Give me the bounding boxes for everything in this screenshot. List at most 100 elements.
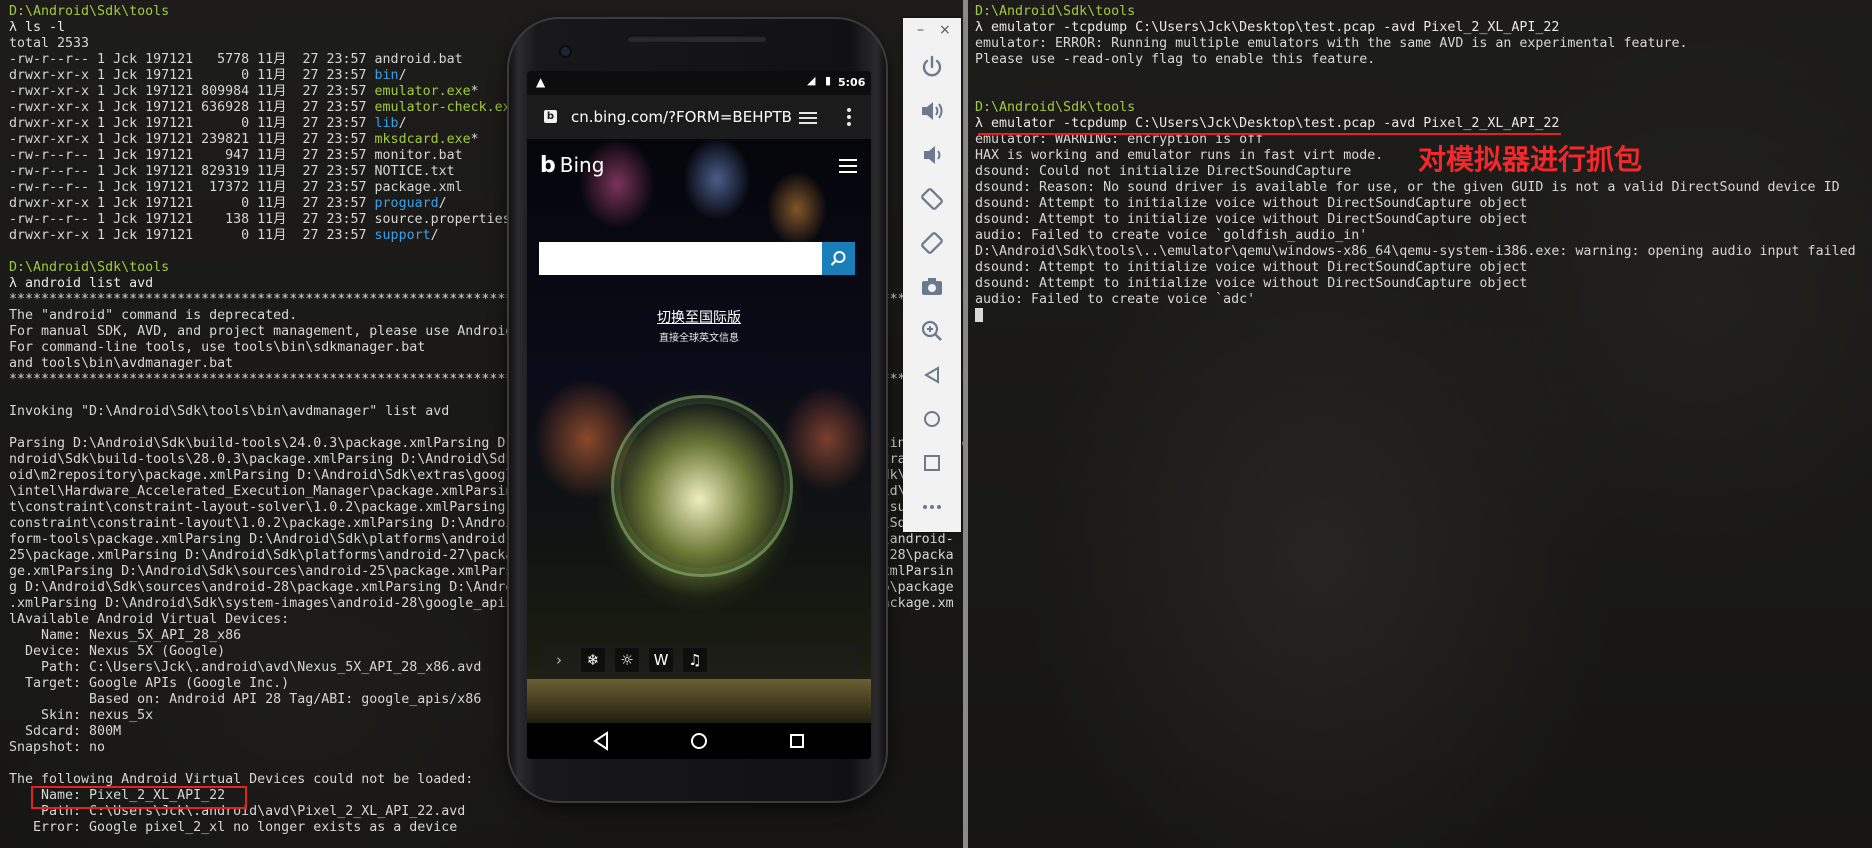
close-button[interactable]: × (939, 22, 951, 38)
volume-down-icon[interactable] (917, 140, 947, 170)
minimize-button[interactable]: – (917, 22, 924, 38)
snowflake-icon[interactable]: ❄ (581, 648, 605, 672)
terminal-line: audio: Failed to create voice `adc' (975, 292, 1872, 308)
terminal-text-segment: Target: Google APIs (Google Inc.) (9, 676, 290, 691)
terminal-text-segment: -rwxr-xr-x 1 Jck 197121 239821 11月 27 23… (9, 132, 375, 147)
terminal-text-segment: drwxr-xr-x 1 Jck 197121 0 11月 27 23:57 (9, 196, 375, 211)
terminal-line: emulator: ERROR: Running multiple emulat… (975, 36, 1872, 52)
search-button[interactable] (822, 242, 855, 275)
terminal-text-segment: Error: Google pixel_2_xl no longer exist… (9, 820, 458, 835)
terminal-text-segment: drwxr-xr-x 1 Jck 197121 0 11月 27 23:57 (9, 68, 375, 83)
camera-icon[interactable] (917, 272, 947, 302)
favicon-icon: b (544, 110, 557, 123)
terminal-text-segment: dsound: Could not initialize DirectSound… (975, 164, 1352, 179)
fireworks-wheel-image (611, 395, 793, 577)
back-icon[interactable] (917, 360, 947, 390)
terminal-text-segment: D:\Android\Sdk\tools (9, 4, 170, 19)
more-icon[interactable] (917, 492, 947, 522)
home-icon[interactable] (689, 731, 709, 751)
hamburger-menu-icon[interactable] (839, 159, 857, 177)
warning-icon: ▲ (536, 75, 546, 89)
terminal-cursor-line (975, 308, 1872, 324)
terminal-text-segment: / (398, 116, 407, 131)
back-icon[interactable] (592, 731, 610, 751)
terminal-text-segment: -rwxr-xr-x 1 Jck 197121 636928 11月 27 23… (9, 100, 375, 115)
terminal-text-segment: The following Android Virtual Devices co… (9, 772, 474, 787)
rotate-right-icon[interactable] (917, 228, 947, 258)
lightbulb-icon[interactable]: ☼ (615, 648, 639, 672)
terminal-text-segment: audio: Failed to create voice `goldfish_… (975, 228, 1368, 243)
terminal-text-segment: -rw-r--r-- 1 Jck 197121 5778 11月 27 23:5… (9, 52, 463, 67)
search-input[interactable] (539, 242, 822, 275)
url-text[interactable]: cn.bing.com/?FORM=BEHPTB (571, 108, 792, 126)
terminal-text-segment: / (398, 68, 407, 83)
switch-international-link[interactable]: 切换至国际版 (527, 307, 871, 327)
terminal-text-segment: dsound: Attempt to initialize voice with… (975, 276, 1528, 291)
terminal-text-segment: mksdcard.exe (374, 132, 471, 147)
highlight-underline-tcpdump (978, 133, 1561, 135)
terminal-text-segment: emulator.exe (374, 84, 471, 99)
android-nav-bar (527, 723, 871, 759)
terminal-cursor[interactable] (975, 308, 983, 322)
emulator-toolbar: – × (903, 18, 961, 532)
terminal-line: dsound: Reason: No sound driver is avail… (975, 180, 1872, 196)
terminal-line: dsound: Attempt to initialize voice with… (975, 276, 1872, 292)
terminal-line: Please use -read-only flag to enable thi… (975, 52, 1872, 68)
terminal-line: λ emulator -tcpdump C:\Users\Jck\Desktop… (975, 20, 1872, 36)
terminal-line: audio: Failed to create voice `goldfish_… (975, 228, 1872, 244)
terminal-text-segment: Invoking "D:\Android\Sdk\tools\bin\avdma… (9, 404, 450, 419)
terminal-text-segment: Name: Nexus_5X_API_28_x86 (9, 628, 242, 643)
terminal-text-segment: The "android" command is deprecated. (9, 308, 298, 323)
terminal-text-segment: D:\Android\Sdk\tools\..\emulator\qemu\wi… (975, 244, 1856, 259)
terminal-text-segment: D:\Android\Sdk\tools (975, 4, 1136, 19)
w-icon[interactable]: W (649, 648, 673, 672)
terminal-text-segment: drwxr-xr-x 1 Jck 197121 0 11月 27 23:57 (9, 228, 375, 243)
terminal-text-segment: lib (374, 116, 399, 131)
bell-icon[interactable]: ♫ (683, 648, 707, 672)
overflow-menu-icon[interactable] (847, 108, 851, 129)
terminal-text-segment: D:\Android\Sdk\tools (975, 100, 1136, 115)
terminal-text-segment: Device: Nexus 5X (Google) (9, 644, 226, 659)
terminal-line: dsound: Attempt to initialize voice with… (975, 212, 1872, 228)
terminal-text-segment: λ emulator -tcpdump C:\Users\Jck\Desktop… (975, 20, 1560, 35)
bing-logo[interactable]: b Bing (540, 153, 604, 178)
terminal-text-segment: Snapshot: no (9, 740, 106, 755)
chevron-right-icon[interactable]: › (547, 648, 571, 672)
terminal-text-segment: * (470, 84, 479, 99)
terminal-text-segment: emulator-check.exe (374, 100, 519, 115)
highlight-box-pixel-avd (31, 786, 247, 809)
terminal-text-segment: dsound: Attempt to initialize voice with… (975, 196, 1528, 211)
terminal-text-segment: For manual SDK, AVD, and project managem… (9, 324, 578, 339)
terminal-text-segment: total 2533 (9, 36, 90, 51)
recents-icon[interactable] (789, 733, 805, 749)
browser-url-bar[interactable]: b cn.bing.com/?FORM=BEHPTB (527, 95, 871, 139)
zoom-icon[interactable] (917, 316, 947, 346)
home-icon[interactable] (917, 404, 947, 434)
status-bar: ▲ ◢ ▮ 5:06 (527, 71, 871, 95)
terminal-text-segment: drwxr-xr-x 1 Jck 197121 0 11月 27 23:57 (9, 116, 375, 131)
terminal-right[interactable]: D:\Android\Sdk\tools λ emulator -tcpdump … (968, 0, 1872, 848)
terminal-text-segment: -rw-r--r-- 1 Jck 197121 17372 11月 27 23:… (9, 180, 463, 195)
terminal-text-segment: and tools\bin\avdmanager.bat (9, 356, 234, 371)
overview-icon[interactable] (917, 448, 947, 478)
tabs-icon[interactable] (799, 109, 817, 124)
front-camera (561, 47, 570, 56)
terminal-text-segment: HAX is working and emulator runs in fast… (975, 148, 1384, 163)
terminal-text-segment: dsound: Attempt to initialize voice with… (975, 260, 1528, 275)
terminal-text-segment: -rw-r--r-- 1 Jck 197121 947 11月 27 23:57… (9, 148, 463, 163)
terminal-text-segment: D:\Android\Sdk\tools (9, 260, 170, 275)
terminal-text-segment: λ ls -l (9, 20, 66, 35)
phone-screen[interactable]: ▲ ◢ ▮ 5:06 b cn.bing.com/?FORM=BEHPTB bB… (527, 71, 871, 759)
battery-icon: ▮ (825, 74, 832, 87)
volume-up-icon[interactable] (917, 96, 947, 126)
status-time: 5:06 (838, 76, 866, 89)
bing-bottom-toolbar: › ❄ ☼ W ♫ (539, 643, 859, 677)
terminal-line: D:\Android\Sdk\tools\..\emulator\qemu\wi… (975, 244, 1872, 260)
power-icon[interactable] (917, 52, 947, 82)
rotate-left-icon[interactable] (917, 184, 947, 214)
terminal-text-segment: Path: C:\Users\Jck\.android\avd\Nexus_5X… (9, 660, 482, 675)
city-skyline-image (527, 679, 871, 723)
terminal-text-segment: audio: Failed to create voice `adc' (975, 292, 1256, 307)
